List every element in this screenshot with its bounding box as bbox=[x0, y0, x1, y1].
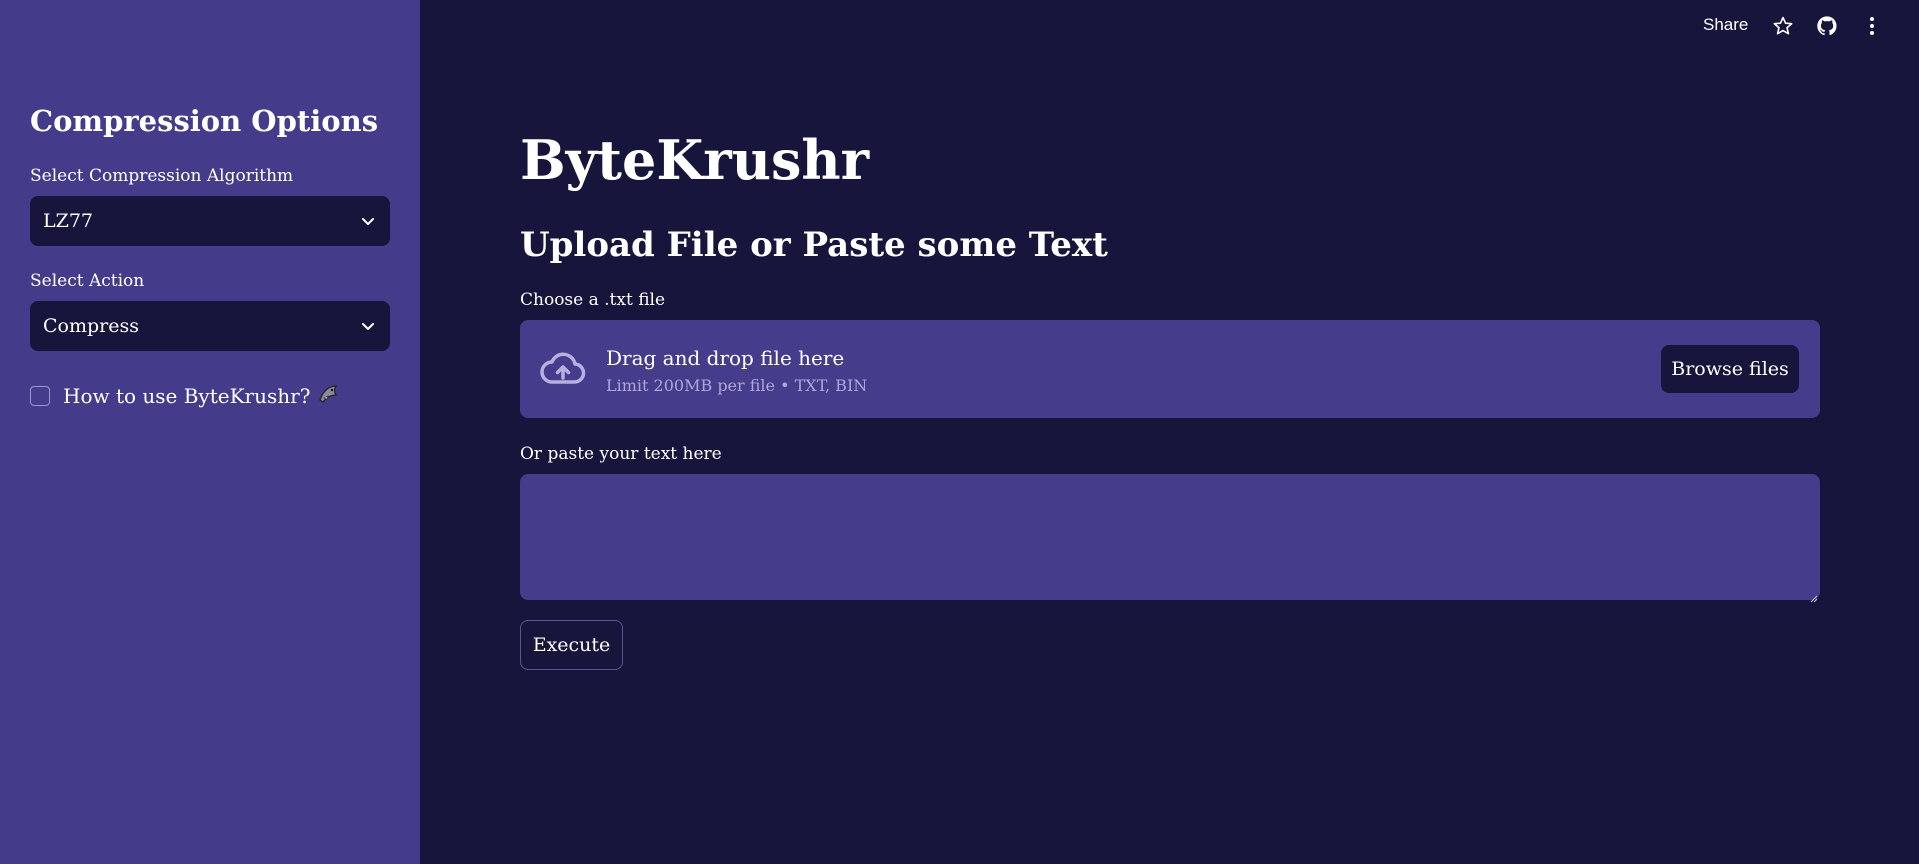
dropzone-subtitle: Limit 200MB per file • TXT, BIN bbox=[606, 376, 868, 395]
action-select[interactable]: Compress bbox=[30, 301, 390, 351]
howto-checkbox[interactable] bbox=[30, 386, 50, 406]
more-vertical-icon[interactable] bbox=[1862, 15, 1882, 41]
action-select-value: Compress bbox=[43, 315, 139, 337]
algorithm-label: Select Compression Algorithm bbox=[30, 166, 294, 186]
action-label: Select Action bbox=[30, 271, 145, 291]
share-button[interactable]: Share bbox=[1703, 15, 1748, 35]
shark-icon bbox=[317, 383, 339, 409]
page-title: ByteKrushr bbox=[520, 128, 870, 192]
chevron-down-icon bbox=[360, 213, 376, 229]
text-input-label: Or paste your text here bbox=[520, 444, 722, 464]
star-icon[interactable] bbox=[1772, 15, 1794, 41]
file-upload-label: Choose a .txt file bbox=[520, 290, 666, 310]
cloud-upload-icon bbox=[540, 349, 586, 393]
algorithm-select-value: LZ77 bbox=[43, 210, 93, 232]
chevron-down-icon bbox=[360, 318, 376, 334]
dropzone-title: Drag and drop file here bbox=[606, 346, 845, 370]
file-dropzone[interactable]: Drag and drop file here Limit 200MB per … bbox=[520, 320, 1820, 418]
browse-files-button[interactable]: Browse files bbox=[1661, 345, 1799, 393]
sidebar: Compression Options Select Compression A… bbox=[0, 0, 420, 864]
page-subtitle: Upload File or Paste some Text bbox=[520, 225, 1108, 265]
resize-grip-icon[interactable] bbox=[1808, 588, 1818, 607]
algorithm-select[interactable]: LZ77 bbox=[30, 196, 390, 246]
sidebar-title: Compression Options bbox=[30, 104, 379, 138]
howto-checkbox-label: How to use ByteKrushr? bbox=[63, 384, 311, 408]
execute-button[interactable]: Execute bbox=[520, 620, 623, 670]
github-icon[interactable] bbox=[1816, 15, 1838, 41]
howto-checkbox-row[interactable]: How to use ByteKrushr? bbox=[30, 383, 339, 409]
text-input[interactable] bbox=[520, 474, 1820, 600]
